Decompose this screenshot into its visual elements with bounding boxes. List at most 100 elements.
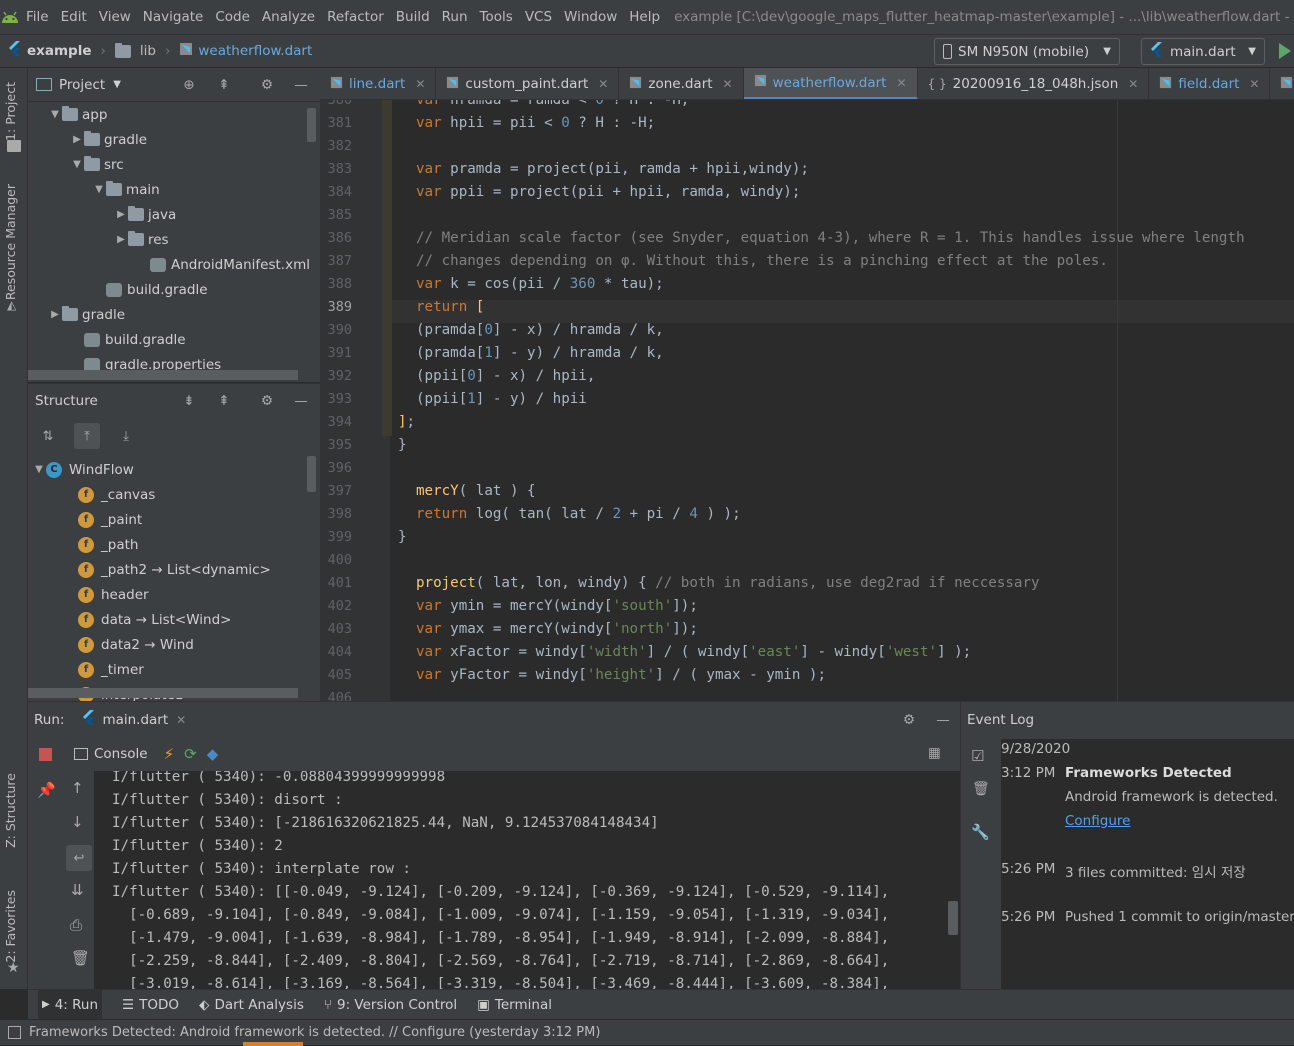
project-tool-tab[interactable]: 1: Project: [3, 82, 18, 141]
close-icon[interactable]: ✕: [176, 713, 186, 727]
structure-scrollbar[interactable]: [307, 456, 316, 492]
tree-item[interactable]: build.gradle: [92, 277, 208, 302]
layout-icon[interactable]: ▦: [928, 745, 941, 761]
wrench-icon[interactable]: 🔧: [971, 823, 990, 841]
minimize-icon[interactable]: —: [291, 75, 311, 95]
structure-root[interactable]: ▼ C WindFlow: [32, 457, 134, 482]
editor-tab[interactable]: post.dar: [1270, 68, 1294, 99]
tree-item[interactable]: ▼ app: [48, 102, 107, 127]
tree-item[interactable]: ▼ src: [70, 152, 124, 177]
event-square-icon[interactable]: [8, 1026, 21, 1039]
editor-tab[interactable]: zone.dart ✕: [619, 68, 744, 99]
structure-item[interactable]: f data → List<Wind>: [78, 607, 231, 632]
structure-hscrollbar[interactable]: [28, 688, 298, 698]
console-tab[interactable]: Console: [94, 746, 148, 762]
expand-all-icon[interactable]: ⇟: [179, 391, 199, 411]
close-icon[interactable]: ✕: [415, 77, 425, 91]
menu-file[interactable]: File: [20, 9, 55, 25]
print-icon[interactable]: ⎙: [70, 916, 82, 934]
chevron-down-icon[interactable]: ▼: [92, 184, 106, 195]
menu-window[interactable]: Window: [558, 9, 623, 25]
console-scrollbar[interactable]: [948, 901, 958, 935]
editor-tab[interactable]: custom_paint.dart ✕: [436, 68, 620, 99]
tree-item[interactable]: ▶ java: [114, 202, 176, 227]
chevron-right-icon[interactable]: ▶: [70, 134, 84, 145]
tree-hscrollbar[interactable]: [28, 370, 298, 380]
editor-tab[interactable]: line.dart ✕: [320, 68, 437, 99]
configure-link[interactable]: Configure: [1065, 813, 1130, 829]
tree-item[interactable]: ▼ main: [92, 177, 160, 202]
tree-item[interactable]: ▶ gradle: [70, 127, 147, 152]
pin-icon[interactable]: 📌: [37, 781, 56, 799]
console-output[interactable]: I/flutter ( 5340): -0.08804399999999998 I…: [108, 771, 948, 989]
gear-icon[interactable]: ⚙: [257, 75, 277, 95]
close-icon[interactable]: ✕: [723, 77, 733, 91]
tree-item[interactable]: build.gradle: [70, 327, 186, 352]
collapse-all-icon[interactable]: ⇞: [214, 75, 234, 95]
editor-tab[interactable]: weatherflow.dart ✕: [743, 68, 918, 99]
structure-item[interactable]: f _canvas: [78, 482, 155, 507]
menu-code[interactable]: Code: [209, 9, 256, 25]
arrow-up-icon[interactable]: ↑: [71, 779, 84, 797]
menu-refactor[interactable]: Refactor: [321, 9, 390, 25]
arrow-down-icon[interactable]: ↓: [71, 813, 84, 831]
tree-item[interactable]: ▶ gradle: [48, 302, 125, 327]
hot-reload-icon[interactable]: ⚡: [164, 745, 175, 763]
tree-item[interactable]: AndroidManifest.xml: [136, 252, 310, 277]
devtools-icon[interactable]: ◆: [207, 745, 219, 763]
run-config-tab[interactable]: main.dart: [102, 712, 168, 728]
structure-item[interactable]: f data2 → Wind: [78, 632, 194, 657]
status-message[interactable]: Frameworks Detected: Android framework i…: [29, 1025, 600, 1040]
menu-analyze[interactable]: Analyze: [256, 9, 321, 25]
chevron-down-icon[interactable]: ▼: [32, 464, 46, 475]
close-icon[interactable]: ✕: [598, 77, 608, 91]
gear-icon[interactable]: ⚙: [899, 710, 919, 730]
close-icon[interactable]: ✕: [1128, 77, 1138, 91]
chevron-right-icon[interactable]: ▶: [114, 209, 128, 220]
tab-todo[interactable]: ☰ TODO: [122, 997, 179, 1013]
device-selector[interactable]: SM N950N (mobile) ▼: [934, 38, 1120, 65]
breadcrumb-lib[interactable]: lib: [140, 43, 156, 59]
menu-edit[interactable]: Edit: [55, 9, 93, 25]
sort-alpha-icon[interactable]: ⇅: [38, 426, 58, 446]
tree-item[interactable]: ▶ res: [114, 227, 169, 252]
menu-build[interactable]: Build: [390, 9, 436, 25]
run-play-icon[interactable]: [1278, 42, 1292, 64]
tab-run[interactable]: ▶ 4: Run: [38, 990, 103, 1019]
structure-tool-tab[interactable]: Z: Structure: [3, 773, 18, 848]
tab-terminal[interactable]: ▣ Terminal: [477, 997, 552, 1013]
menu-vcs[interactable]: VCS: [519, 9, 558, 25]
close-icon[interactable]: ✕: [896, 76, 906, 90]
trash-icon[interactable]: 🗑: [972, 781, 990, 797]
close-icon[interactable]: ✕: [1249, 77, 1259, 91]
breadcrumb-project[interactable]: example: [27, 43, 92, 59]
structure-item[interactable]: f _path2 → List<dynamic>: [78, 557, 271, 582]
menu-run[interactable]: Run: [436, 9, 474, 25]
structure-item[interactable]: f _paint: [78, 507, 142, 532]
menu-help[interactable]: Help: [623, 9, 666, 25]
minimize-icon[interactable]: —: [291, 391, 311, 411]
show-fields-icon[interactable]: ⤓: [116, 426, 136, 446]
hot-restart-icon[interactable]: ⟳: [184, 745, 197, 763]
editor-tab[interactable]: field.dart ✕: [1149, 68, 1271, 99]
scroll-to-end-icon[interactable]: ⇊: [71, 881, 84, 899]
menu-navigate[interactable]: Navigate: [137, 9, 210, 25]
breadcrumb-file[interactable]: weatherflow.dart: [198, 43, 312, 59]
resource-manager-tab[interactable]: Resource Manager: [3, 184, 18, 300]
stop-icon[interactable]: [39, 748, 52, 761]
chevron-right-icon[interactable]: ▶: [48, 309, 62, 320]
editor-tab[interactable]: { } 20200916_18_048h.json ✕: [918, 68, 1150, 99]
menu-view[interactable]: View: [93, 9, 137, 25]
mark-read-icon[interactable]: ☑: [971, 747, 984, 765]
code-editor[interactable]: 380 381 382 383 384 385 386 387 388 389 390 391 392 3…: [320, 100, 1294, 701]
tab-version-control[interactable]: ⑂ 9: Version Control: [324, 997, 457, 1013]
favorites-tool-tab[interactable]: 2: Favorites: [3, 890, 18, 963]
gear-icon[interactable]: ⚙: [257, 391, 277, 411]
tab-dart-analysis[interactable]: ⬖ Dart Analysis: [199, 997, 304, 1013]
collapse-all-icon[interactable]: ⇞: [214, 391, 234, 411]
show-inherited-icon[interactable]: ⤒: [74, 423, 100, 449]
chevron-down-icon[interactable]: ▼: [48, 109, 62, 120]
chevron-down-icon[interactable]: ▼: [70, 159, 84, 170]
structure-item[interactable]: f _path: [78, 532, 138, 557]
soft-wrap-icon[interactable]: ↩: [66, 845, 92, 871]
